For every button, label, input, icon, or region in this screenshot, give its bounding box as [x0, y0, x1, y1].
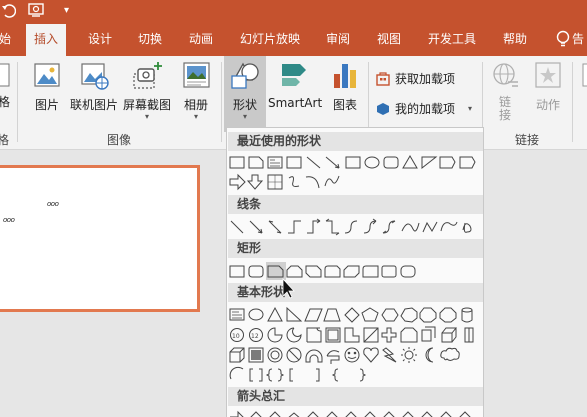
images-group-label: 图像 — [107, 133, 132, 147]
edge-label: 格 — [0, 95, 10, 109]
svg-text:12: 12 — [251, 333, 259, 340]
my-addins-button[interactable]: 我的加载项 ▾ — [376, 100, 472, 117]
get-addins-label: 获取加载项 — [395, 72, 456, 86]
online-picture-label: 联机图片 — [69, 98, 118, 112]
shapes-grid[interactable]: 10 12 — [227, 128, 484, 417]
ribbon-tabs: 始 插入 设计 切换 动画 幻灯片放映 审阅 视图 开发工具 帮助 告 — [0, 24, 587, 56]
basic-shapes-row-3 — [229, 347, 460, 364]
addin-icon — [377, 102, 389, 115]
globe-link-icon — [488, 60, 522, 93]
recent-shapes-row-1 — [229, 155, 476, 170]
tab-view[interactable]: 视图 — [377, 24, 401, 56]
chart-label: 图表 — [332, 98, 357, 112]
lines-row — [230, 218, 472, 236]
album-label: 相册 — [183, 98, 208, 112]
shapes-button[interactable]: 形状 ▾ — [224, 56, 266, 132]
basic-shapes-row-2: 10 12 — [230, 326, 474, 343]
online-picture-icon — [68, 60, 120, 93]
chart-icon — [327, 60, 363, 93]
basic-shapes-row-4 — [229, 366, 367, 382]
powerpoint-window: ▾ 始 插入 设计 切换 动画 幻灯片放映 审阅 视图 开发工具 帮助 告 格 … — [0, 0, 587, 417]
picture-button[interactable]: 图片 — [29, 60, 65, 113]
slide-text-a[interactable]: ooo — [47, 200, 59, 208]
shapes-caret-icon[interactable]: ▾ — [224, 113, 266, 121]
album-button[interactable]: 相册 ▾ — [178, 60, 214, 121]
tab-developer[interactable]: 开发工具 — [428, 24, 476, 56]
ribbon-edge-button[interactable]: 格 — [0, 60, 14, 110]
svg-text:10: 10 — [232, 333, 240, 340]
separator — [572, 62, 573, 142]
chart-button[interactable]: 图表 — [327, 60, 363, 113]
tab-tell-me[interactable]: 告 — [572, 24, 584, 56]
smartart-icon — [268, 60, 322, 93]
separator — [221, 62, 222, 142]
get-addins-button[interactable]: 获取加载项 — [376, 70, 455, 87]
present-icon[interactable] — [28, 3, 46, 24]
album-caret-icon[interactable]: ▾ — [178, 113, 214, 121]
recent-shapes-row-2 — [229, 173, 340, 191]
dropdown-icon[interactable]: ▾ — [64, 3, 69, 19]
tab-review[interactable]: 审阅 — [326, 24, 350, 56]
edge-group-label: 格 — [0, 133, 10, 147]
shapes-icon — [224, 60, 266, 93]
separator — [17, 62, 18, 142]
store-icon — [376, 71, 390, 86]
link-button[interactable]: 链 接 — [488, 60, 522, 122]
link-label-b: 接 — [498, 108, 511, 122]
slide-canvas[interactable]: ooo ooo — [0, 165, 200, 312]
screenshot-icon — [120, 60, 174, 93]
tab-transitions[interactable]: 切换 — [138, 24, 162, 56]
ribbon-right-edge — [578, 60, 587, 93]
lightbulb-icon[interactable] — [556, 24, 570, 56]
links-group-label: 链接 — [515, 133, 540, 147]
undo-icon[interactable] — [2, 3, 17, 24]
tab-help[interactable]: 帮助 — [503, 24, 527, 56]
slide-text-b[interactable]: ooo — [3, 216, 15, 224]
shapes-label: 形状 — [232, 98, 257, 112]
action-label: 动作 — [535, 98, 560, 112]
tab-animations[interactable]: 动画 — [189, 24, 213, 56]
tab-insert[interactable]: 插入 — [26, 24, 67, 56]
picture-icon — [29, 60, 65, 93]
smartart-label: SmartArt — [268, 96, 323, 110]
smartart-button[interactable]: SmartArt — [268, 60, 322, 110]
tab-slideshow[interactable]: 幻灯片放映 — [240, 24, 300, 56]
shapes-gallery: 最近使用的形状 线条 矩形 基本形状 箭头总汇 10 12 — [226, 127, 484, 417]
picture-label: 图片 — [34, 98, 59, 112]
tab-home[interactable]: 始 — [0, 24, 11, 56]
basic-shapes-row-1 — [229, 306, 473, 323]
mouse-cursor-icon — [282, 277, 295, 299]
my-addins-label: 我的加载项 — [395, 102, 456, 116]
rectangles-row — [229, 262, 416, 299]
action-button[interactable]: 动作 — [530, 60, 566, 113]
album-icon — [178, 60, 214, 93]
title-bar: ▾ — [0, 0, 587, 24]
screenshot-label: 屏幕截图 — [122, 98, 171, 112]
screenshot-caret-icon[interactable]: ▾ — [120, 113, 174, 121]
tab-design[interactable]: 设计 — [88, 24, 112, 56]
action-star-icon — [530, 60, 566, 93]
arrows-row — [230, 410, 471, 417]
screenshot-button[interactable]: 屏幕截图 ▾ — [120, 60, 174, 121]
online-picture-button[interactable]: 联机图片 — [68, 60, 120, 113]
my-addins-caret-icon[interactable]: ▾ — [468, 104, 472, 113]
